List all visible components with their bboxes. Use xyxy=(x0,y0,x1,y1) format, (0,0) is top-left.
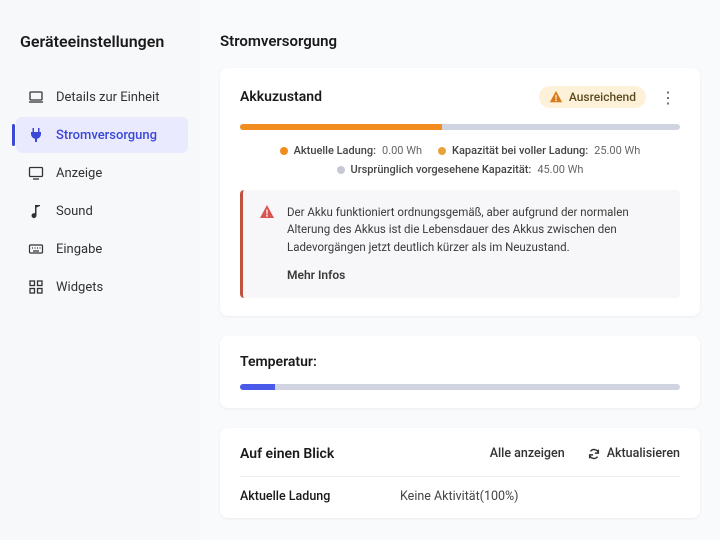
main: Stromversorgung Akkuzustand Ausreichend … xyxy=(200,0,720,540)
glance-value: Keine Aktivität(100%) xyxy=(400,489,519,504)
temperature-card: Temperatur: xyxy=(220,336,700,408)
note-icon xyxy=(28,203,44,219)
sidebar-item-sound[interactable]: Sound xyxy=(16,193,188,229)
sidebar: Geräteeinstellungen Details zur Einheit … xyxy=(0,0,200,540)
plug-icon xyxy=(28,127,44,143)
sidebar-item-label: Widgets xyxy=(56,280,103,295)
more-menu-icon[interactable]: ⋮ xyxy=(656,88,680,107)
glance-title: Auf einen Blick xyxy=(240,446,334,462)
sidebar-item-display[interactable]: Anzeige xyxy=(16,155,188,191)
glance-key: Aktuelle Ladung xyxy=(240,489,400,504)
sidebar-item-label: Eingabe xyxy=(56,242,102,257)
glance-row: Aktuelle Ladung Keine Aktivität(100%) xyxy=(240,476,680,504)
status-badge: Ausreichend xyxy=(539,86,646,108)
battery-title: Akkuzustand xyxy=(240,89,322,105)
monitor-icon xyxy=(28,165,44,181)
sidebar-item-label: Anzeige xyxy=(56,166,102,181)
dot-icon xyxy=(438,147,446,155)
glance-card: Auf einen Blick Alle anzeigen Aktualisie… xyxy=(220,428,700,518)
legend-full: Kapazität bei voller Ladung: 25.00 Wh xyxy=(438,144,640,157)
keyboard-icon xyxy=(28,241,44,257)
battery-legend: Aktuelle Ladung: 0.00 Wh Kapazität bei v… xyxy=(240,144,680,176)
sidebar-item-label: Sound xyxy=(56,204,93,219)
temperature-title: Temperatur: xyxy=(240,354,680,370)
battery-bar xyxy=(240,124,680,130)
dot-icon xyxy=(337,166,345,174)
battery-alert: Der Akku funktioniert ordnungsgemäß, abe… xyxy=(240,190,680,298)
laptop-icon xyxy=(28,89,44,105)
page-title: Stromversorgung xyxy=(220,32,700,50)
sidebar-item-details[interactable]: Details zur Einheit xyxy=(16,79,188,115)
sidebar-item-input[interactable]: Eingabe xyxy=(16,231,188,267)
warning-triangle-icon xyxy=(259,204,275,284)
sidebar-item-power[interactable]: Stromversorgung xyxy=(16,117,188,153)
widgets-icon xyxy=(28,279,44,295)
alert-text: Der Akku funktioniert ordnungsgemäß, abe… xyxy=(287,204,666,256)
sidebar-item-widgets[interactable]: Widgets xyxy=(16,269,188,305)
battery-bar-fill xyxy=(240,124,442,130)
dot-icon xyxy=(280,147,288,155)
temperature-bar xyxy=(240,384,680,390)
temperature-bar-fill xyxy=(240,384,275,390)
refresh-button[interactable]: Aktualisieren xyxy=(587,446,680,461)
refresh-icon xyxy=(587,447,601,461)
legend-design: Ursprünglich vorgesehene Kapazität: 45.0… xyxy=(337,163,584,176)
show-all-button[interactable]: Alle anzeigen xyxy=(490,446,565,461)
sidebar-title: Geräteeinstellungen xyxy=(16,32,188,51)
sidebar-item-label: Stromversorgung xyxy=(56,128,157,143)
legend-current: Aktuelle Ladung: 0.00 Wh xyxy=(280,144,422,157)
battery-card: Akkuzustand Ausreichend ⋮ Aktuelle Ladun… xyxy=(220,68,700,316)
sidebar-item-label: Details zur Einheit xyxy=(56,90,159,105)
warning-triangle-icon xyxy=(549,90,563,104)
more-info-link[interactable]: Mehr Infos xyxy=(287,266,666,284)
